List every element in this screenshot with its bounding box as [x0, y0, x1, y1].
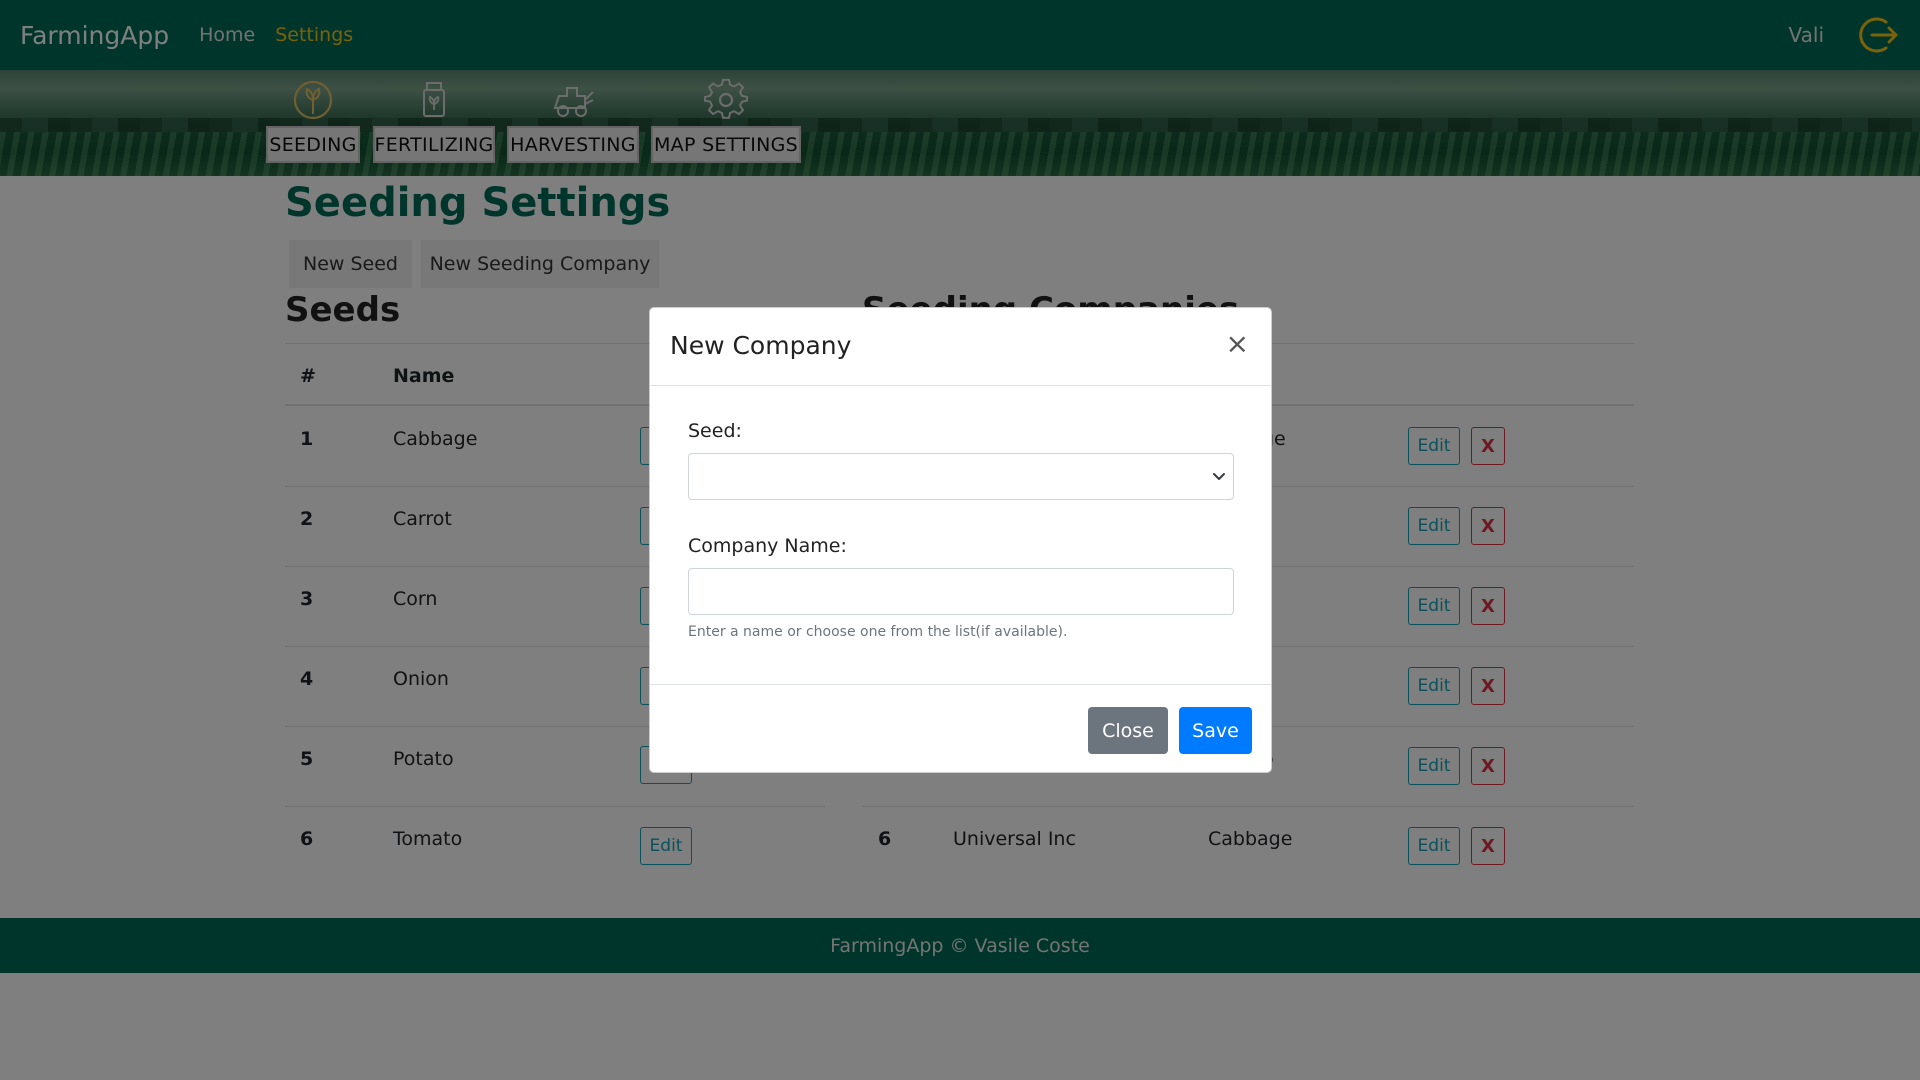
save-button[interactable]: Save — [1179, 707, 1252, 754]
close-button[interactable]: Close — [1088, 707, 1168, 754]
close-icon[interactable]: × — [1226, 330, 1249, 358]
chevron-down-icon — [1213, 473, 1225, 480]
modal-header: New Company × — [650, 308, 1271, 386]
seed-label: Seed: — [688, 420, 742, 442]
new-company-modal: New Company × Seed: Company Name: Enter … — [649, 307, 1272, 773]
seed-select[interactable] — [688, 453, 1234, 500]
modal-footer-divider — [650, 684, 1271, 685]
company-name-input[interactable] — [688, 568, 1234, 615]
company-name-label: Company Name: — [688, 535, 847, 557]
company-name-hint: Enter a name or choose one from the list… — [688, 624, 1068, 640]
modal-title: New Company — [670, 331, 852, 360]
